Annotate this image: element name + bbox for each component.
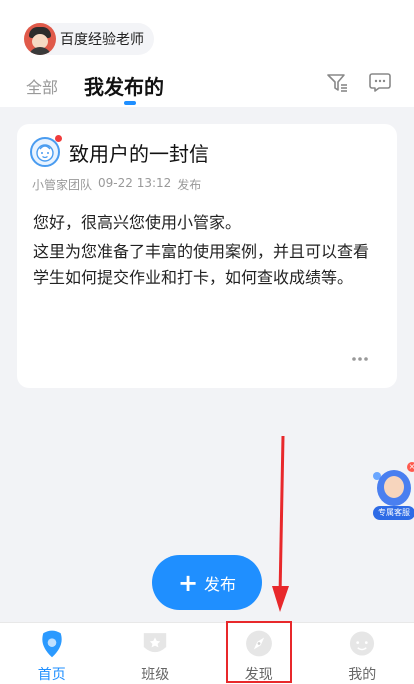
card-title: 致用户的一封信 — [69, 142, 209, 166]
publish-button[interactable]: + 发布 — [152, 555, 262, 610]
class-icon — [144, 633, 167, 653]
bottom-tabbar: 首页 班级 发现 我的 — [0, 622, 414, 684]
user-name: 百度经验老师 — [60, 32, 144, 48]
service-label: 专属客服 — [373, 506, 414, 520]
card-avatar — [30, 135, 62, 167]
annotation-highlight-box — [226, 621, 292, 683]
publish-label: 发布 — [204, 574, 237, 594]
message-icon[interactable] — [368, 70, 392, 94]
annotation-arrow — [272, 436, 289, 612]
tabbar-label: 我的 — [348, 667, 377, 683]
tabbar-item-class[interactable]: 班级 — [104, 623, 208, 684]
home-icon — [42, 630, 62, 658]
filter-icon[interactable] — [325, 71, 349, 95]
unread-dot — [55, 135, 62, 142]
more-icon[interactable] — [351, 356, 369, 362]
service-avatar-face — [384, 476, 404, 498]
card-paragraph: 这里为您准备了丰富的使用案例，并且可以查看学生如何提交作业和打卡，如何查收成绩等… — [33, 242, 370, 287]
tab-all[interactable]: 全部 — [26, 75, 58, 101]
card-paragraph: 您好，很高兴您使用小管家。 — [33, 213, 242, 232]
tabbar-label: 班级 — [141, 667, 170, 683]
tab-my-posts[interactable]: 我发布的 — [84, 73, 164, 101]
card-body: 您好，很高兴您使用小管家。 这里为您准备了丰富的使用案例，并且可以查看学生如何提… — [33, 210, 383, 294]
avatar-body — [28, 47, 52, 55]
tabbar-item-profile[interactable]: 我的 — [311, 623, 414, 684]
post-card[interactable]: 致用户的一封信 小管家团队 09-22 13:12 发布 您好，很高兴您使用小管… — [17, 124, 397, 388]
tabbar-item-home[interactable]: 首页 — [0, 623, 104, 684]
card-author: 小管家团队 — [32, 178, 93, 192]
card-action: 发布 — [177, 178, 202, 192]
user-chip[interactable]: 百度经验老师 — [24, 23, 154, 55]
profile-icon — [350, 631, 375, 656]
card-meta: 小管家团队 09-22 13:12 发布 — [32, 176, 201, 193]
avatar — [24, 23, 56, 55]
close-icon[interactable]: × — [407, 462, 414, 472]
card-datetime: 09-22 13:12 — [98, 176, 172, 190]
customer-service-float[interactable]: × 专属客服 — [371, 462, 414, 522]
tab-strip: 全部 我发布的 — [26, 71, 164, 101]
header: 百度经验老师 全部 我发布的 — [0, 0, 414, 107]
tabbar-label: 首页 — [37, 667, 66, 683]
plus-icon: + — [177, 568, 199, 597]
active-tab-indicator — [124, 101, 136, 105]
baby-face-icon — [36, 144, 54, 162]
